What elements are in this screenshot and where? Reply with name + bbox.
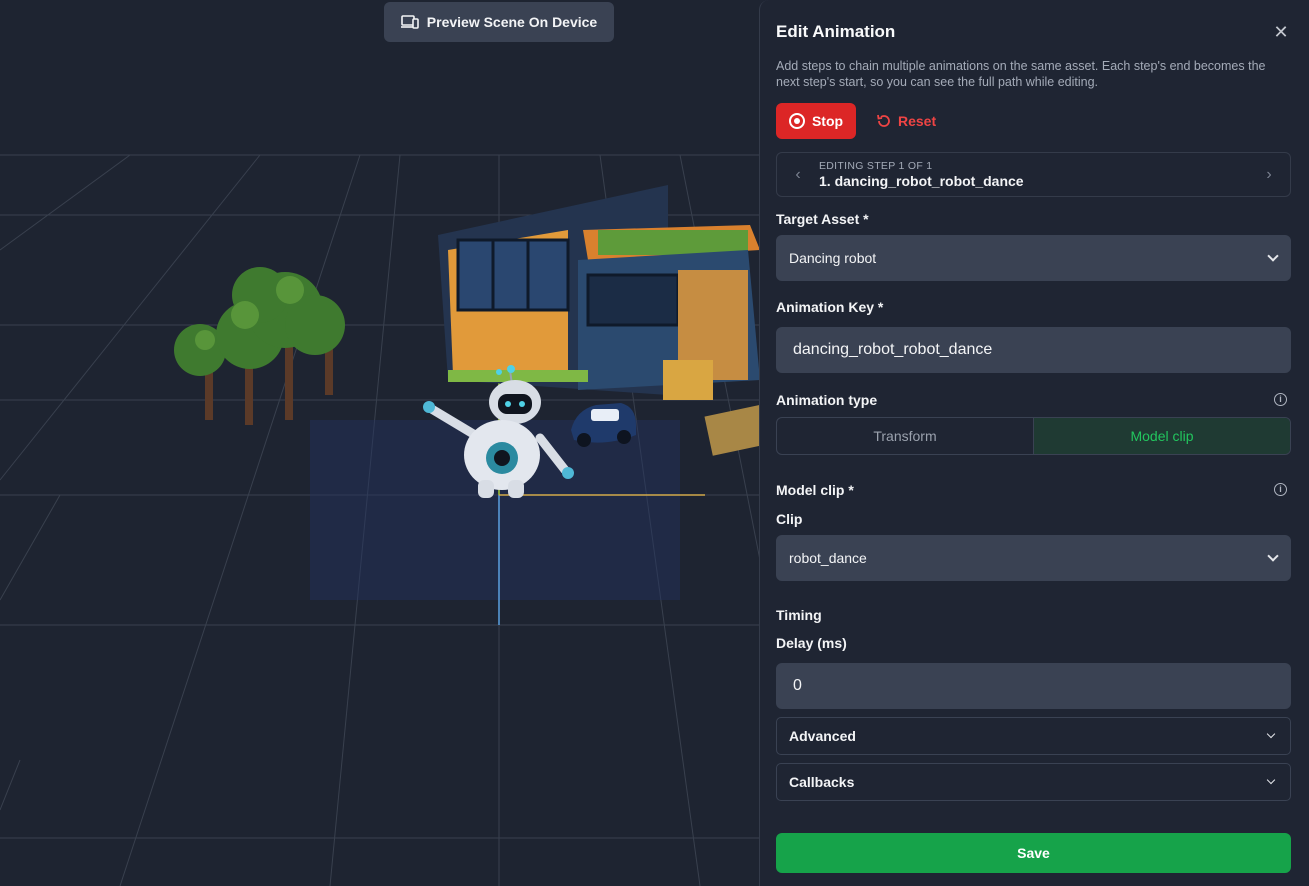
model-clip-label: Model clip * <box>776 482 854 498</box>
robot-model <box>423 365 574 498</box>
panel-description: Add steps to chain multiple animations o… <box>776 59 1266 89</box>
reset-icon <box>877 114 890 127</box>
target-asset-select[interactable]: Dancing robot <box>776 235 1291 281</box>
step-navigator: ‹ EDITING STEP 1 OF 1 1. dancing_robot_r… <box>776 152 1291 197</box>
animation-key-label: Animation Key * <box>776 299 884 315</box>
clip-label: Clip <box>776 511 803 527</box>
tab-model-clip[interactable]: Model clip <box>1033 418 1290 454</box>
panel-header: Edit Animation ✕ <box>776 20 1291 44</box>
chevron-down-icon <box>1267 550 1279 562</box>
previous-step-icon[interactable]: ‹ <box>777 166 819 184</box>
playback-actions: Stop Reset <box>776 103 944 139</box>
stop-button[interactable]: Stop <box>776 103 856 139</box>
reset-label: Reset <box>898 113 937 129</box>
callbacks-section-toggle[interactable]: Callbacks <box>776 763 1291 801</box>
stop-icon <box>788 113 805 129</box>
preview-scene-label: Preview Scene On Device <box>426 14 598 30</box>
trees-model <box>174 267 345 425</box>
save-button[interactable]: Save <box>776 833 1291 873</box>
advanced-label: Advanced <box>789 728 856 744</box>
target-asset-value: Dancing robot <box>789 250 877 266</box>
clip-select[interactable]: robot_dance <box>776 535 1291 581</box>
step-info: EDITING STEP 1 OF 1 1. dancing_robot_rob… <box>819 160 1248 190</box>
chevron-down-icon <box>1267 250 1279 262</box>
animation-key-input[interactable] <box>776 327 1291 373</box>
reset-button[interactable]: Reset <box>868 103 944 139</box>
animation-type-label: Animation type <box>776 392 878 408</box>
chevron-down-icon <box>1266 775 1276 785</box>
edit-animation-panel: Edit Animation ✕ Add steps to chain mult… <box>759 0 1309 886</box>
clip-value: robot_dance <box>789 550 867 566</box>
info-icon[interactable]: i <box>1274 483 1287 496</box>
panel-title: Edit Animation <box>776 22 896 41</box>
stop-label: Stop <box>811 113 844 129</box>
close-icon[interactable]: ✕ <box>1271 22 1291 43</box>
scene-viewport[interactable]: Preview Scene On Device <box>0 0 760 886</box>
target-asset-label: Target Asset * <box>776 211 869 227</box>
animation-type-toggle: Transform Model clip <box>776 417 1291 455</box>
timing-label: Timing <box>776 607 822 623</box>
callbacks-label: Callbacks <box>789 774 855 790</box>
preview-scene-button[interactable]: Preview Scene On Device <box>384 2 614 42</box>
devices-icon <box>400 15 419 29</box>
tab-transform[interactable]: Transform <box>777 418 1033 454</box>
delay-input[interactable] <box>776 663 1291 709</box>
info-icon[interactable]: i <box>1274 393 1287 406</box>
step-caption: EDITING STEP 1 OF 1 <box>819 159 933 172</box>
chevron-down-icon <box>1266 729 1276 739</box>
step-name: 1. dancing_robot_robot_dance <box>819 172 1024 189</box>
next-step-icon[interactable]: › <box>1248 166 1290 184</box>
advanced-section-toggle[interactable]: Advanced <box>776 717 1291 755</box>
delay-label: Delay (ms) <box>776 635 847 651</box>
